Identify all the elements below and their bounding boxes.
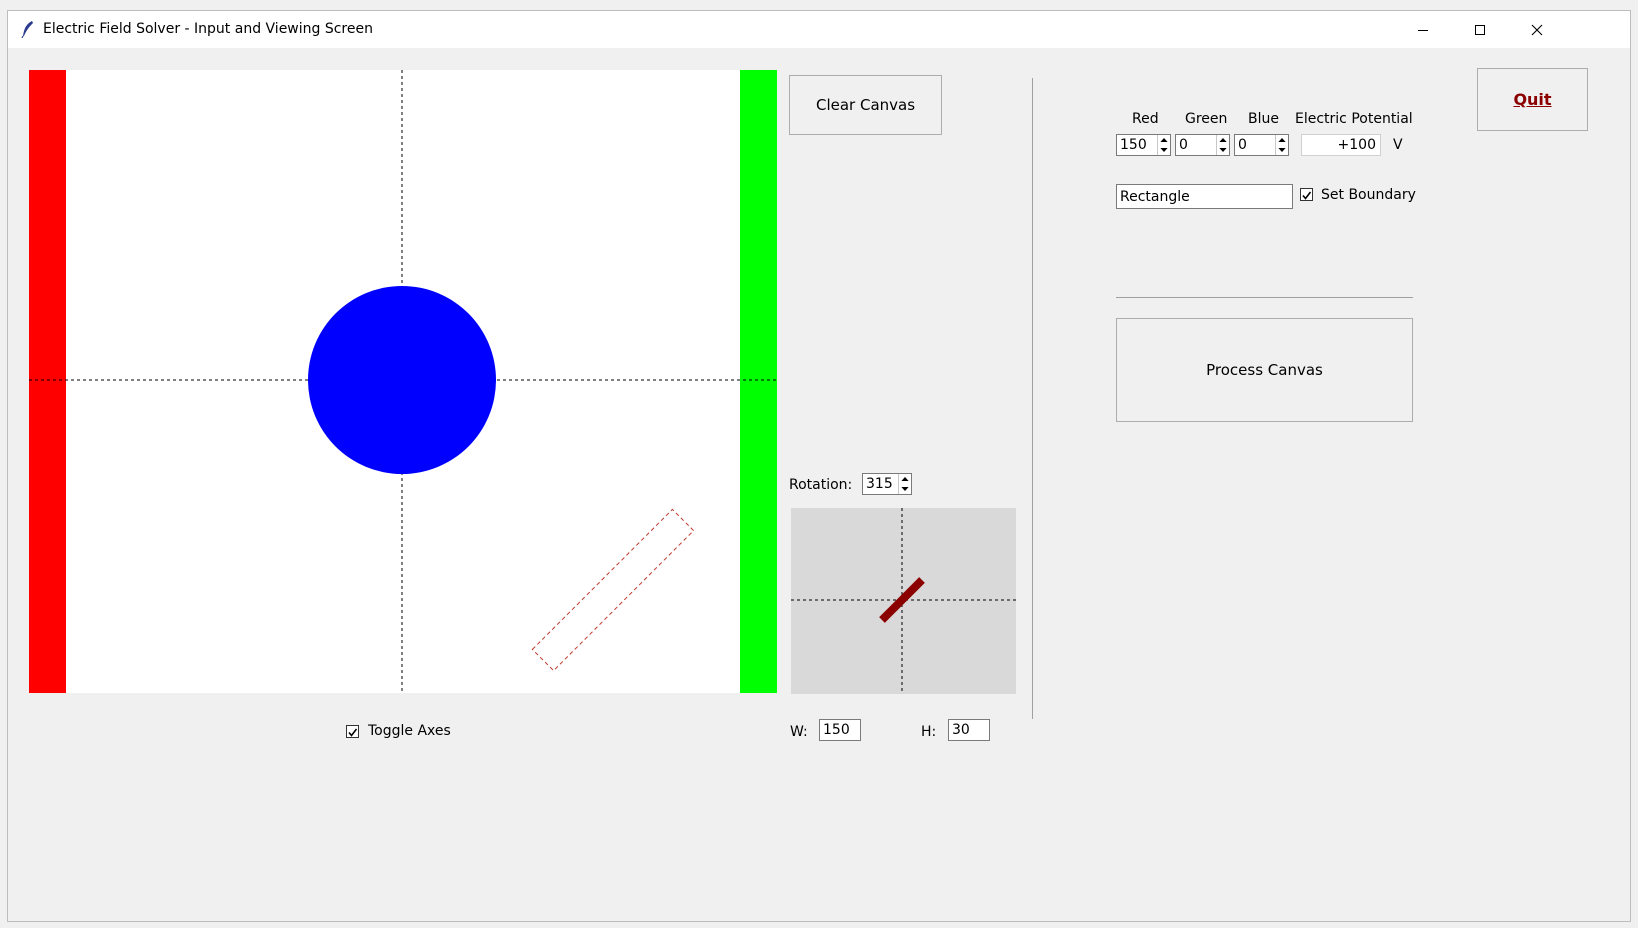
spin-up-icon[interactable] <box>1217 135 1229 145</box>
blue-spinbox[interactable]: 0 <box>1234 134 1289 156</box>
set-boundary-checkbox[interactable] <box>1300 188 1313 201</box>
checkmark-icon <box>1302 191 1312 200</box>
horizontal-separator <box>1116 297 1413 298</box>
toggle-axes-checkbox[interactable] <box>346 725 359 738</box>
vertical-divider <box>1032 78 1033 719</box>
right-boundary-rect[interactable] <box>740 70 777 693</box>
potential-label: Electric Potential <box>1295 111 1413 127</box>
red-spinbox[interactable]: 150 <box>1116 134 1171 156</box>
clear-canvas-button[interactable]: Clear Canvas <box>789 75 942 135</box>
drawing-canvas[interactable] <box>29 70 777 693</box>
spin-down-icon[interactable] <box>1217 145 1229 155</box>
spin-up-icon[interactable] <box>1276 135 1288 145</box>
left-boundary-rect[interactable] <box>29 70 66 693</box>
red-label: Red <box>1132 111 1159 127</box>
rotation-label: Rotation: <box>789 477 853 493</box>
height-label: H: <box>921 724 937 740</box>
set-boundary-label: Set Boundary <box>1321 187 1416 203</box>
spin-down-icon[interactable] <box>1158 145 1170 155</box>
width-input[interactable]: 150 <box>819 719 861 741</box>
rotation-spinbox[interactable]: 315 <box>862 473 912 495</box>
window-title: Electric Field Solver - Input and Viewin… <box>43 21 373 37</box>
quit-button[interactable]: Quit <box>1477 68 1588 131</box>
minimize-button[interactable] <box>1394 11 1451 48</box>
green-spinbox[interactable]: 0 <box>1175 134 1230 156</box>
process-canvas-button[interactable]: Process Canvas <box>1116 318 1413 422</box>
spin-up-icon[interactable] <box>899 474 911 484</box>
shape-input[interactable]: Rectangle <box>1116 184 1293 209</box>
feather-icon <box>21 21 33 38</box>
maximize-button[interactable] <box>1451 11 1508 48</box>
circle-shape[interactable] <box>308 286 496 474</box>
close-button[interactable] <box>1508 11 1565 48</box>
maximize-icon <box>1474 24 1485 35</box>
close-icon <box>1531 24 1542 35</box>
minimize-icon <box>1417 29 1428 31</box>
spin-up-icon[interactable] <box>1158 135 1170 145</box>
spin-down-icon[interactable] <box>899 484 911 494</box>
potential-input[interactable]: +100 <box>1301 134 1381 156</box>
green-label: Green <box>1185 111 1228 127</box>
rectangle-outline-shape[interactable] <box>531 508 695 672</box>
potential-unit: V <box>1393 137 1403 153</box>
spin-down-icon[interactable] <box>1276 145 1288 155</box>
checkmark-icon <box>348 728 358 737</box>
height-input[interactable]: 30 <box>948 719 990 741</box>
rotation-preview <box>791 508 1016 694</box>
title-bar: Electric Field Solver - Input and Viewin… <box>8 11 1630 48</box>
width-label: W: <box>790 724 808 740</box>
blue-label: Blue <box>1248 111 1279 127</box>
toggle-axes-label: Toggle Axes <box>368 723 451 739</box>
app-window: Electric Field Solver - Input and Viewin… <box>7 10 1631 922</box>
